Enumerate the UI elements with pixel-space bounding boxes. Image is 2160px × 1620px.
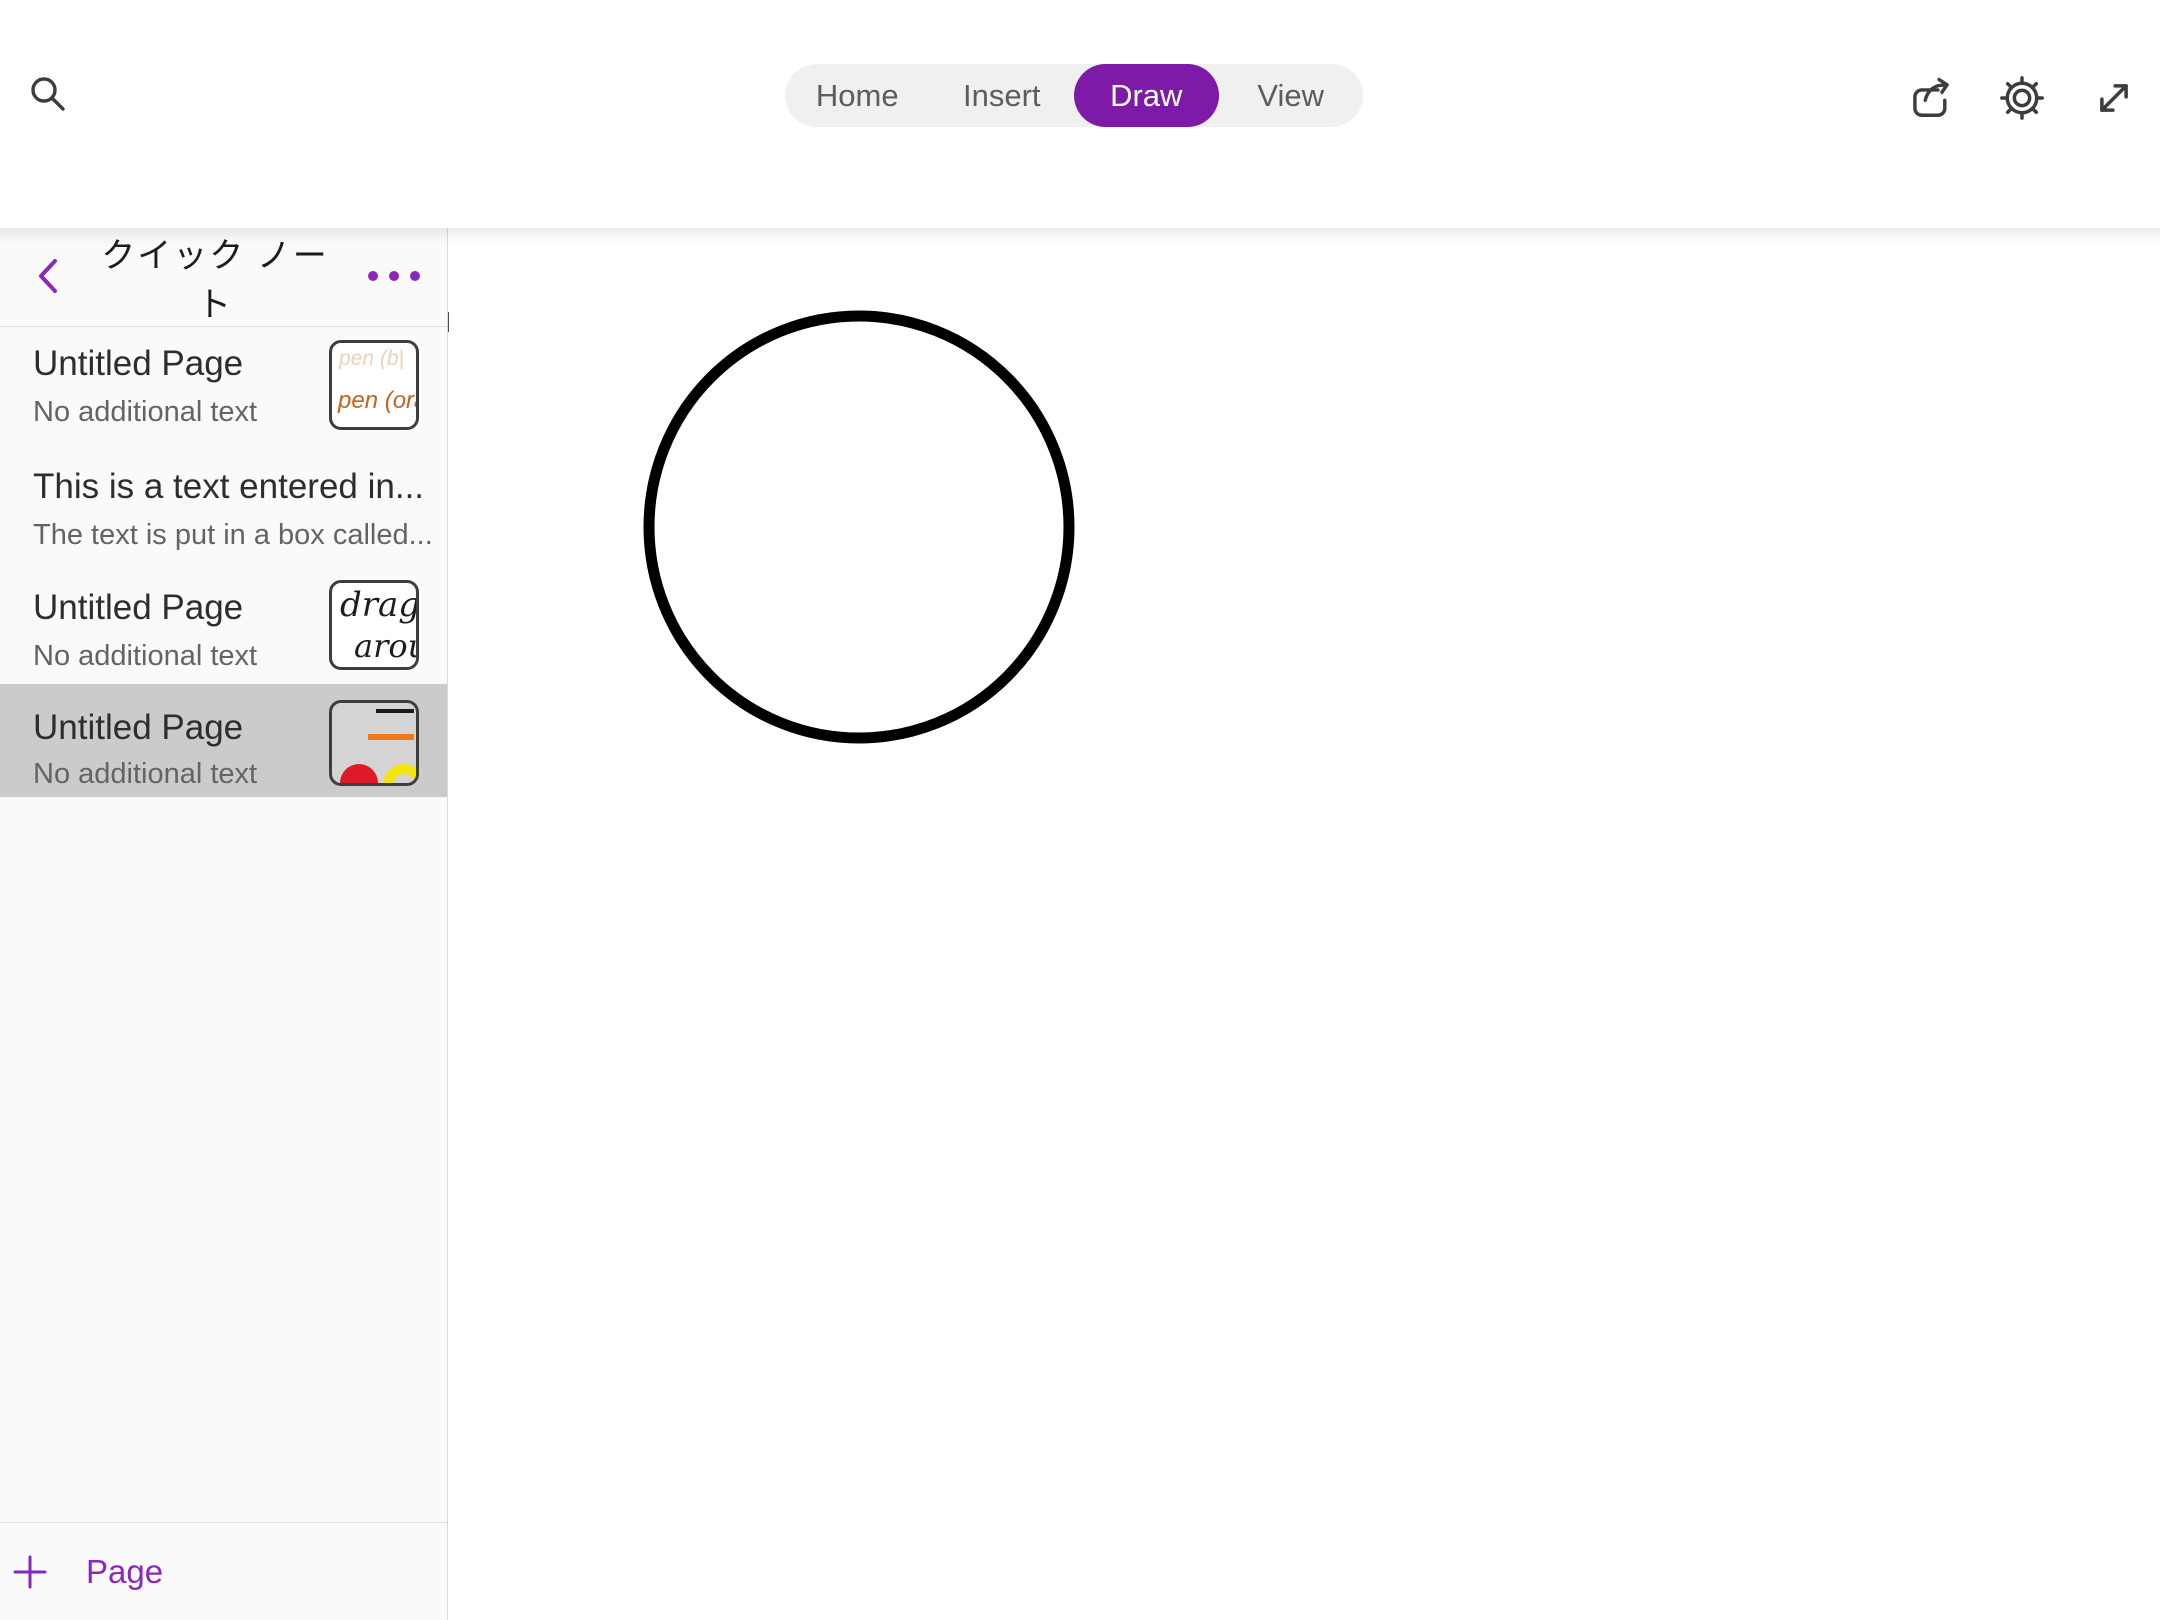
share-button[interactable] [1905,72,1957,124]
thumbnail-ink-text: drag [340,585,419,625]
page-thumbnail: drag arou [329,580,419,670]
plus-icon [0,1550,60,1594]
sidebar-header: クイック ノート [0,228,447,326]
note-canvas[interactable] [449,228,2160,1620]
page-title: Untitled Page [33,344,243,384]
tab-insert[interactable]: Insert [930,64,1075,127]
fullscreen-button[interactable] [2088,72,2140,124]
page-list-item-2[interactable]: This is a text entered in... The text is… [0,450,447,568]
page-list-item-4-selected[interactable]: Untitled Page No additional text [0,684,447,797]
add-page-button[interactable]: Page [0,1522,447,1620]
page-list-sidebar: クイック ノート Untitled Page No additional tex… [0,228,448,1620]
thumbnail-ink-text: pen (ora [338,387,419,415]
page-title: This is a text entered in... [33,467,424,507]
expand-icon [2092,76,2136,120]
back-chevron-icon [33,256,63,296]
page-subtitle: No additional text [33,640,257,673]
page-subtitle: No additional text [33,396,257,429]
draw-toolbar: T Text Mode Lasso Select Insert Space [0,138,2160,228]
top-header: Home Insert Draw View [0,0,2160,138]
ink-layer [449,228,2160,1620]
tab-home[interactable]: Home [785,64,930,127]
ink-ellipse[interactable] [649,316,1069,738]
page-subtitle: No additional text [33,758,257,791]
page-subtitle: The text is put in a box called... [33,519,433,552]
back-button[interactable] [26,254,70,298]
ellipsis-icon [364,268,424,284]
share-icon [1908,75,1954,121]
notebook-section-title: クイック ノート [90,228,340,326]
gear-icon [1998,74,2046,122]
page-title: Untitled Page [33,588,243,628]
thumbnail-ink-text: arou [354,627,419,665]
page-list-item-3[interactable]: Untitled Page No additional text drag ar… [0,568,447,684]
ribbon-tab-strip: Home Insert Draw View [785,64,1363,127]
search-button[interactable] [24,70,72,118]
page-thumbnail: pen (b| pen (ora [329,340,419,430]
divider [0,326,447,327]
section-more-button[interactable] [362,258,426,294]
tab-view[interactable]: View [1219,64,1364,127]
thumbnail-ink-text: pen (b| [339,347,404,371]
search-icon [26,72,70,116]
page-title: Untitled Page [33,708,243,748]
page-thumbnail [329,700,419,786]
add-page-label: Page [86,1553,163,1591]
tab-draw[interactable]: Draw [1074,64,1219,127]
settings-button[interactable] [1996,72,2048,124]
page-list-item-1[interactable]: Untitled Page No additional text pen (b|… [0,330,447,450]
